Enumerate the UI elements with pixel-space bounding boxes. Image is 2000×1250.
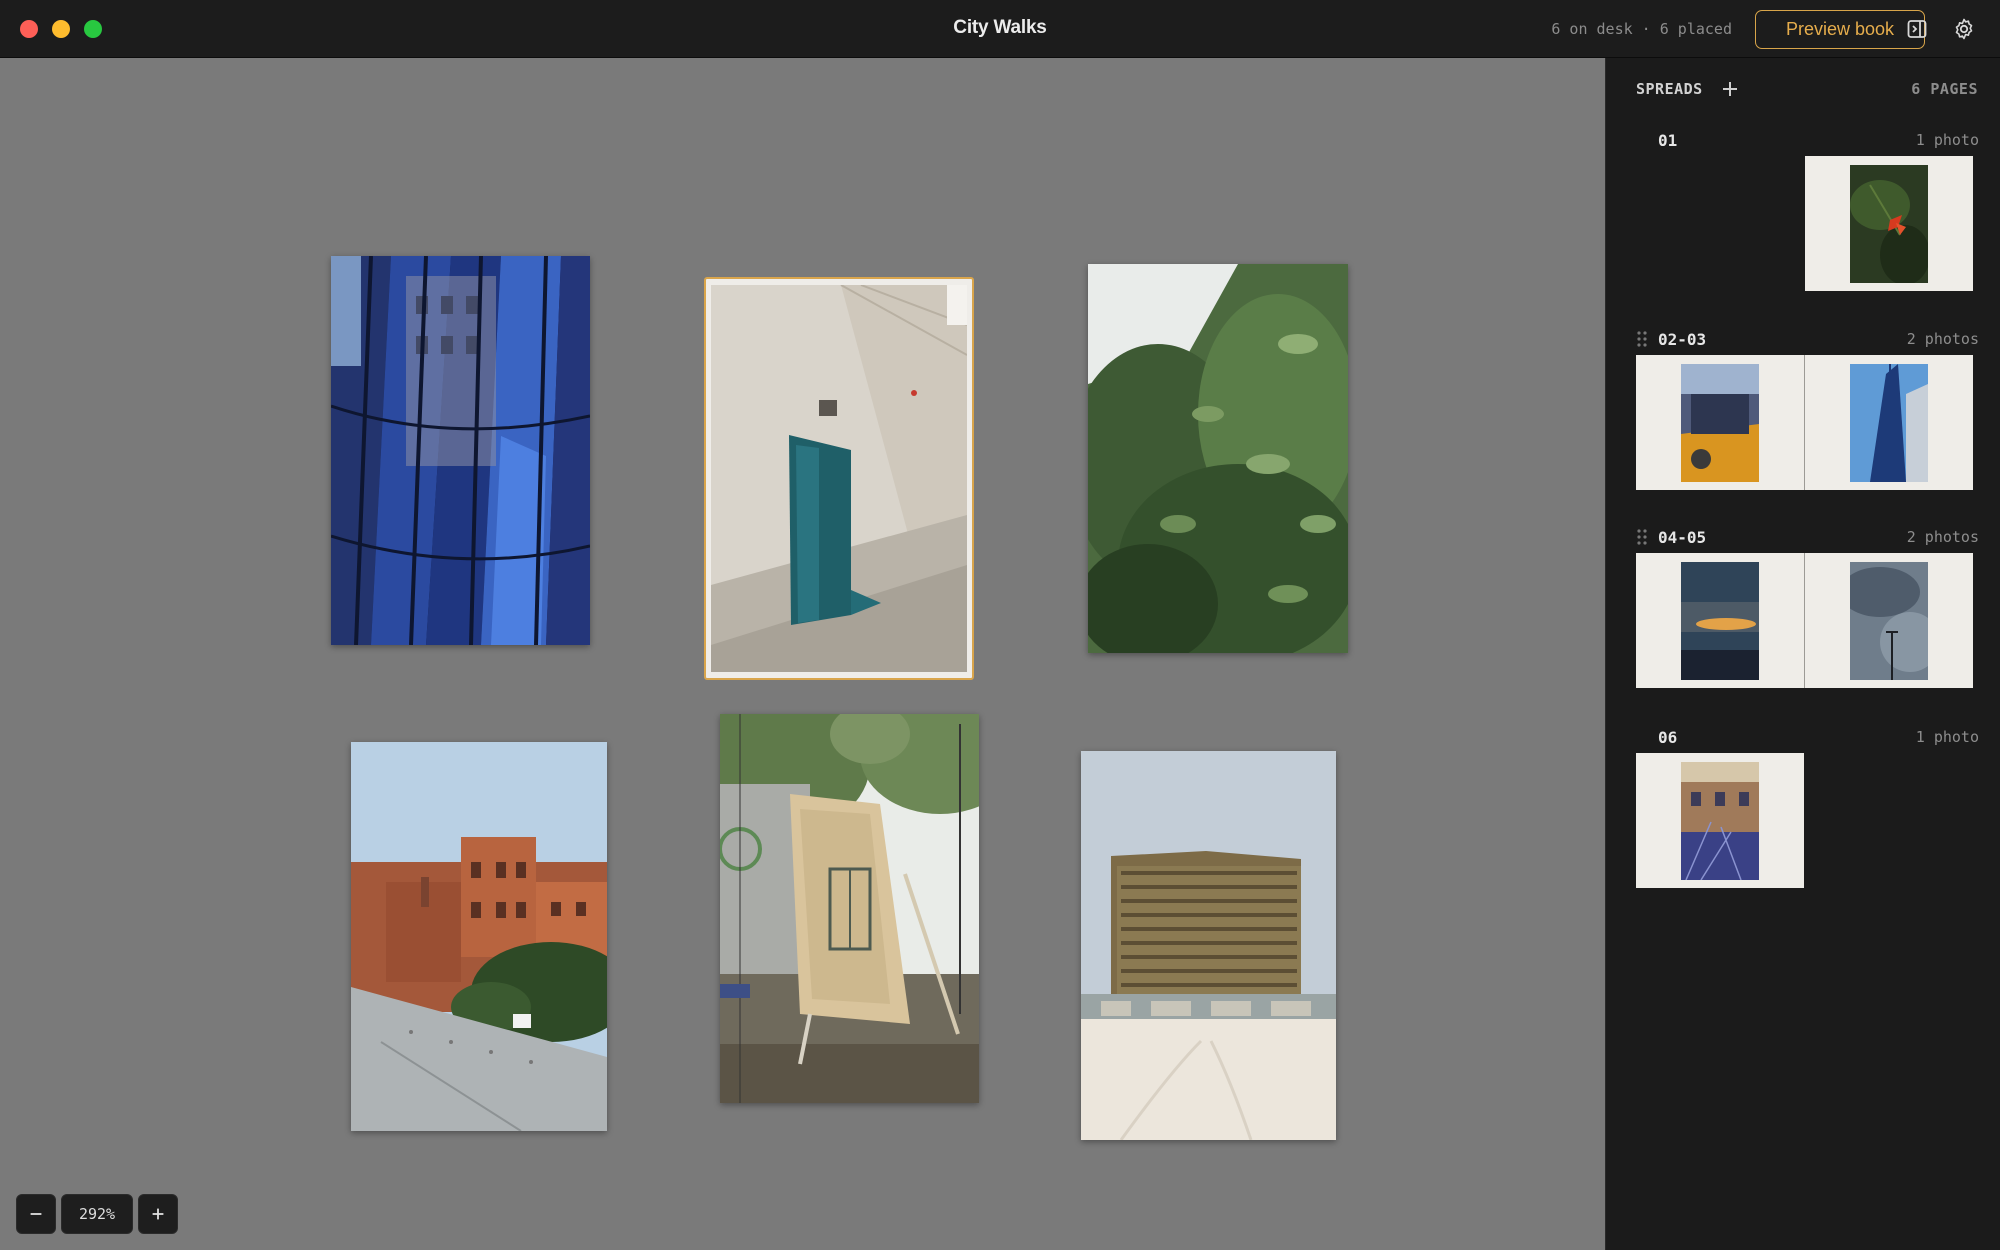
thumb-sunset-sea[interactable] [1681, 562, 1759, 680]
photo-brick-tower-rooftop[interactable] [351, 742, 607, 1131]
minus-icon [30, 1213, 42, 1215]
zoom-out-button[interactable] [16, 1194, 56, 1234]
photo-wrapped-structure-park[interactable] [720, 714, 979, 1103]
spread-photo-count: 1 photo [1915, 131, 1979, 149]
spreads-heading: SPREADS [1636, 80, 1703, 98]
page-count: 6 PAGES [1911, 80, 1978, 98]
thumb-red-flower[interactable] [1850, 165, 1928, 283]
drag-handle-icon[interactable] [1636, 528, 1648, 546]
thumb-taxi-window[interactable] [1681, 364, 1759, 482]
photo-teal-door-alley-selected[interactable] [704, 277, 974, 680]
photo-green-shrub[interactable] [1088, 264, 1348, 653]
spread-number: 04-05 [1658, 528, 1707, 547]
photo-teal-door-alley[interactable] [711, 285, 967, 672]
spread-page-left[interactable] [1636, 355, 1804, 490]
add-spread-button[interactable] [1719, 78, 1741, 100]
photo-blue-glass-facade[interactable] [331, 256, 590, 645]
spread-page-right[interactable] [1805, 553, 1973, 688]
photo-beach-highrise[interactable] [1081, 751, 1336, 1140]
spread-page-right[interactable] [1805, 156, 1973, 291]
gear-icon[interactable] [1952, 17, 1976, 41]
preview-book-button[interactable]: Preview book [1755, 10, 1925, 49]
spread-number: 06 [1658, 728, 1678, 747]
photo-desk[interactable]: 292% [0, 58, 1605, 1250]
title-bar: City Walks 6 on desk · 6 placed Preview … [0, 0, 2000, 58]
plus-icon [152, 1208, 164, 1220]
zoom-in-button[interactable] [138, 1194, 178, 1234]
desk-status: 6 on desk · 6 placed [1551, 20, 1732, 38]
zoom-level: 292% [61, 1194, 133, 1234]
spread-photo-count: 2 photos [1906, 528, 1979, 546]
spreads-sidebar: SPREADS 6 PAGES 01 1 photo 02-03 2 photo… [1605, 58, 2000, 1250]
spread-number: 02-03 [1658, 330, 1707, 349]
thumb-streetlight-clouds[interactable] [1850, 562, 1928, 680]
plus-icon [1723, 82, 1737, 96]
sidebar-toggle-icon[interactable] [1905, 17, 1929, 41]
spread-page-left[interactable] [1636, 753, 1804, 888]
thumb-blue-tower[interactable] [1850, 364, 1928, 482]
spread-photo-count: 1 photo [1915, 728, 1979, 746]
spread-photo-count: 2 photos [1906, 330, 1979, 348]
drag-handle-icon[interactable] [1636, 330, 1648, 348]
spread-page-left[interactable] [1636, 553, 1804, 688]
thumb-brownstone-branches[interactable] [1681, 762, 1759, 880]
spread-number: 01 [1658, 131, 1678, 150]
spread-page-right[interactable] [1805, 355, 1973, 490]
